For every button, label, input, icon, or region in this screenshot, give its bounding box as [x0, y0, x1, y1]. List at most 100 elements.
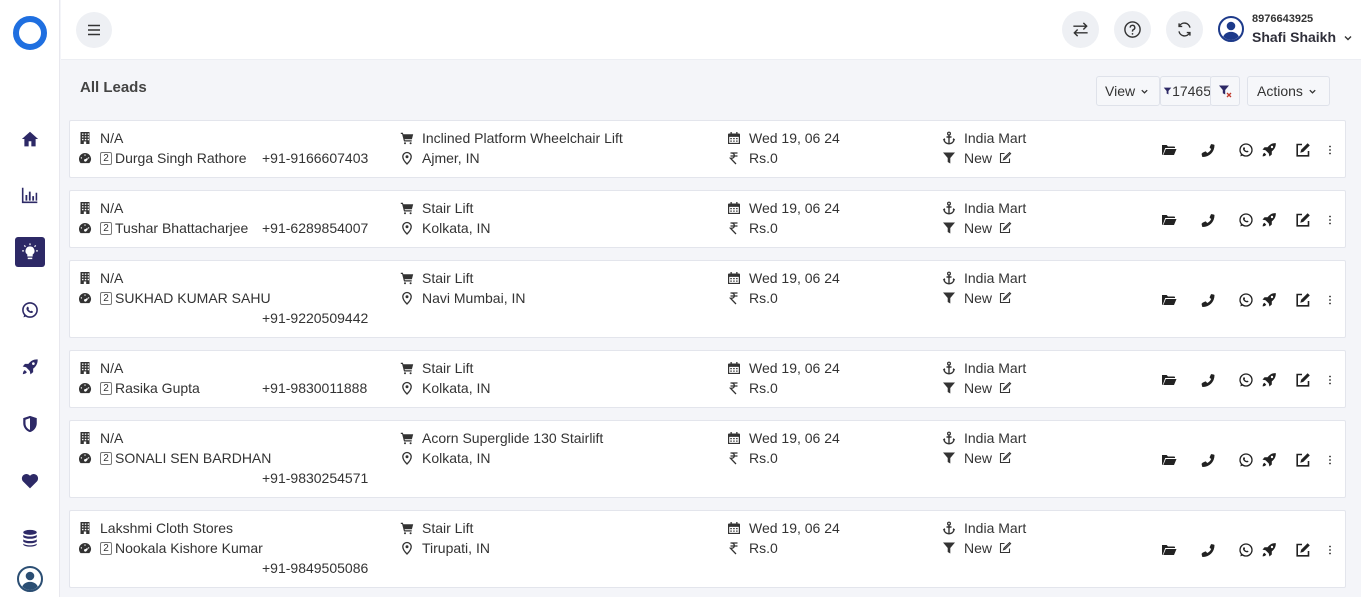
lead-card[interactable]: Lakshmi Cloth Stores 2 Nookala Kishore Kum… — [69, 510, 1346, 588]
lead-company-cell: N/A — [78, 360, 123, 376]
edit-icon[interactable] — [1293, 140, 1313, 160]
lightbulb-icon[interactable] — [15, 237, 45, 267]
user-circle-icon[interactable] — [17, 566, 43, 592]
lead-contact-name[interactable]: SUKHAD KUMAR SAHU — [115, 290, 271, 306]
anchor-icon — [942, 361, 956, 375]
phone-icon[interactable] — [1198, 210, 1218, 230]
hamburger-icon[interactable] — [76, 12, 112, 48]
folder-icon[interactable] — [1159, 370, 1179, 390]
edit-status-icon[interactable] — [998, 541, 1012, 555]
whatsapp-icon[interactable] — [1236, 290, 1256, 310]
more-vertical-icon[interactable] — [1323, 450, 1337, 470]
phone-icon[interactable] — [1198, 450, 1218, 470]
phone-icon[interactable] — [1198, 540, 1218, 560]
lead-phone[interactable]: +91-6289854007 — [262, 220, 368, 236]
edit-icon[interactable] — [1293, 210, 1313, 230]
edit-status-icon[interactable] — [998, 451, 1012, 465]
whatsapp-icon[interactable] — [15, 295, 45, 325]
filter-button[interactable]: 17465 — [1160, 76, 1212, 106]
edit-status-icon[interactable] — [998, 381, 1012, 395]
help-icon[interactable] — [1114, 11, 1151, 48]
actions-dropdown[interactable]: Actions — [1247, 76, 1330, 106]
lead-phone[interactable]: +91-9166607403 — [262, 150, 368, 166]
edit-icon[interactable] — [1293, 370, 1313, 390]
phone-icon[interactable] — [1198, 370, 1218, 390]
lead-phone[interactable]: +91-9830011888 — [262, 380, 367, 396]
rocket-icon[interactable] — [1259, 210, 1279, 230]
lead-card[interactable]: N/A 2 SUKHAD KUMAR SAHU +91-9220509442 Stair… — [69, 260, 1346, 338]
more-vertical-icon[interactable] — [1323, 370, 1337, 390]
view-dropdown[interactable]: View — [1096, 76, 1160, 106]
phone-icon[interactable] — [1198, 140, 1218, 160]
edit-status-icon[interactable] — [998, 151, 1012, 165]
cart-icon — [400, 521, 414, 535]
lead-card[interactable]: N/A 2 SONALI SEN BARDHAN +91-9830254571 Acor… — [69, 420, 1346, 498]
whatsapp-icon[interactable] — [1236, 540, 1256, 560]
edit-status-icon[interactable] — [998, 221, 1012, 235]
user-phone: 8976643925 — [1252, 13, 1314, 25]
heart-icon[interactable] — [15, 466, 45, 496]
lead-phone[interactable]: +91-9220509442 — [262, 310, 368, 326]
contact-count-badge: 2 — [100, 451, 112, 465]
rocket-icon[interactable] — [1259, 140, 1279, 160]
funnel-icon — [942, 451, 956, 465]
lead-source: India Mart — [964, 430, 1027, 446]
whatsapp-icon[interactable] — [1236, 140, 1256, 160]
folder-icon[interactable] — [1159, 210, 1179, 230]
phone-icon[interactable] — [1198, 290, 1218, 310]
actions-label: Actions — [1257, 83, 1303, 99]
folder-icon[interactable] — [1159, 140, 1179, 160]
lead-status-cell: New — [942, 150, 1012, 166]
shield-icon[interactable] — [15, 409, 45, 439]
lead-amount: Rs.0 — [749, 540, 778, 556]
lead-source: India Mart — [964, 200, 1027, 216]
lead-amount-cell: Rs.0 — [727, 540, 778, 556]
more-vertical-icon[interactable] — [1323, 140, 1337, 160]
edit-icon[interactable] — [1293, 290, 1313, 310]
lead-company: N/A — [100, 430, 124, 446]
lead-status: New — [964, 450, 993, 466]
lead-status: New — [964, 290, 993, 306]
rocket-icon[interactable] — [15, 352, 45, 382]
whatsapp-icon[interactable] — [1236, 370, 1256, 390]
lead-card[interactable]: N/A 2 Rasika Gupta +91-9830011888 Stair Lift… — [69, 350, 1346, 408]
edit-status-icon[interactable] — [998, 291, 1012, 305]
lead-card[interactable]: N/A 2 Durga Singh Rathore +91-9166607403 Inc… — [69, 120, 1346, 178]
folder-icon[interactable] — [1159, 290, 1179, 310]
lead-company: Lakshmi Cloth Stores — [100, 520, 234, 536]
rocket-icon[interactable] — [1259, 290, 1279, 310]
refresh-icon[interactable] — [1166, 11, 1203, 48]
clear-filter-button[interactable] — [1210, 76, 1240, 106]
more-vertical-icon[interactable] — [1323, 290, 1337, 310]
home-icon[interactable] — [15, 124, 45, 154]
database-icon[interactable] — [15, 523, 45, 553]
folder-icon[interactable] — [1159, 450, 1179, 470]
lead-contact-name[interactable]: Rasika Gupta — [115, 380, 200, 396]
lead-contact-name[interactable]: Durga Singh Rathore — [115, 150, 247, 166]
lead-company-cell: N/A — [78, 430, 123, 446]
lead-contact-name[interactable]: SONALI SEN BARDHAN — [115, 450, 271, 466]
dashboard-icon — [78, 381, 92, 395]
app-logo[interactable] — [13, 16, 47, 50]
rocket-icon[interactable] — [1259, 540, 1279, 560]
bar-chart-icon[interactable] — [15, 180, 45, 210]
lead-status: New — [964, 150, 993, 166]
whatsapp-icon[interactable] — [1236, 210, 1256, 230]
more-vertical-icon[interactable] — [1323, 210, 1337, 230]
edit-icon[interactable] — [1293, 540, 1313, 560]
lead-company: N/A — [100, 130, 124, 146]
lead-phone[interactable]: +91-9830254571 — [262, 470, 368, 486]
lead-card[interactable]: N/A 2 Tushar Bhattacharjee +91-6289854007 St… — [69, 190, 1346, 248]
rocket-icon[interactable] — [1259, 450, 1279, 470]
edit-icon[interactable] — [1293, 450, 1313, 470]
more-vertical-icon[interactable] — [1323, 540, 1337, 560]
lead-phone[interactable]: +91-9849505086 — [262, 560, 368, 576]
user-menu[interactable]: 8976643925 Shafi Shaikh — [1218, 11, 1358, 49]
folder-icon[interactable] — [1159, 540, 1179, 560]
swap-icon[interactable] — [1062, 11, 1099, 48]
rocket-icon[interactable] — [1259, 370, 1279, 390]
whatsapp-icon[interactable] — [1236, 450, 1256, 470]
lead-contact-name[interactable]: Tushar Bhattacharjee — [115, 220, 248, 236]
lead-amount-cell: Rs.0 — [727, 290, 778, 306]
lead-contact-name[interactable]: Nookala Kishore Kumar — [115, 540, 263, 556]
